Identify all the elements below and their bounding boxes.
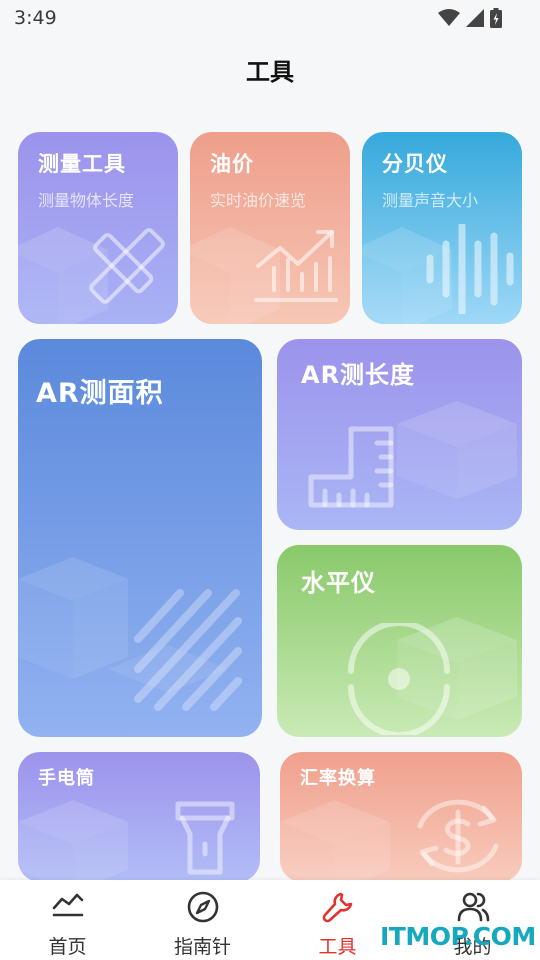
card-title: 水平仪 (301, 569, 376, 597)
decibel-meter-card[interactable]: 分贝仪 测量声音大小 (362, 132, 522, 324)
users-icon (457, 892, 489, 922)
flashlight-icon (175, 801, 235, 875)
card-subtitle: 实时油价速览 (210, 191, 307, 210)
card-subtitle: 测量物体长度 (38, 191, 135, 210)
status-icons (438, 8, 502, 28)
wifi-icon (438, 9, 460, 26)
currency-exchange-icon (417, 799, 499, 873)
oil-price-card[interactable]: 油价 实时油价速览 (190, 132, 350, 324)
card-title: 油价 (210, 152, 254, 176)
diagonal-lines-icon (134, 589, 242, 711)
ar-area-card[interactable]: AR测面积 (18, 339, 262, 737)
ar-length-card[interactable]: AR测长度 (277, 339, 522, 530)
level-gauge-icon (348, 623, 450, 735)
card-title: AR测面积 (36, 378, 164, 409)
watermark: ITMOP.COM (380, 922, 536, 951)
l-ruler-icon (308, 426, 394, 508)
measure-tool-card[interactable]: 测量工具 测量物体长度 (18, 132, 178, 324)
status-bar: 3:49 (0, 0, 540, 36)
card-title: AR测长度 (301, 361, 416, 389)
card-title: 分贝仪 (382, 152, 448, 176)
tab-label: 指南针 (173, 936, 231, 958)
tab-home[interactable]: 首页 (0, 880, 135, 960)
card-subtitle: 测量声音大小 (382, 191, 479, 210)
flashlight-card[interactable]: 手电筒 (18, 752, 260, 882)
status-time: 3:49 (14, 7, 57, 29)
ruler-pencil-icon (89, 228, 165, 304)
trend-chart-icon (254, 230, 338, 302)
tab-label: 首页 (48, 936, 87, 958)
exchange-rate-card[interactable]: 汇率换算 (280, 752, 522, 882)
signal-icon (466, 9, 484, 27)
compass-icon (187, 891, 218, 923)
level-card[interactable]: 水平仪 (277, 545, 522, 737)
page-title: 工具 (246, 58, 294, 86)
wrench-icon (322, 892, 352, 923)
home-chart-icon (52, 893, 83, 917)
tab-compass[interactable]: 指南针 (135, 880, 270, 960)
card-title: 测量工具 (38, 152, 126, 176)
battery-icon (490, 8, 502, 28)
card-title: 汇率换算 (300, 768, 376, 789)
sound-wave-icon (426, 224, 514, 314)
card-title: 手电筒 (38, 768, 95, 789)
